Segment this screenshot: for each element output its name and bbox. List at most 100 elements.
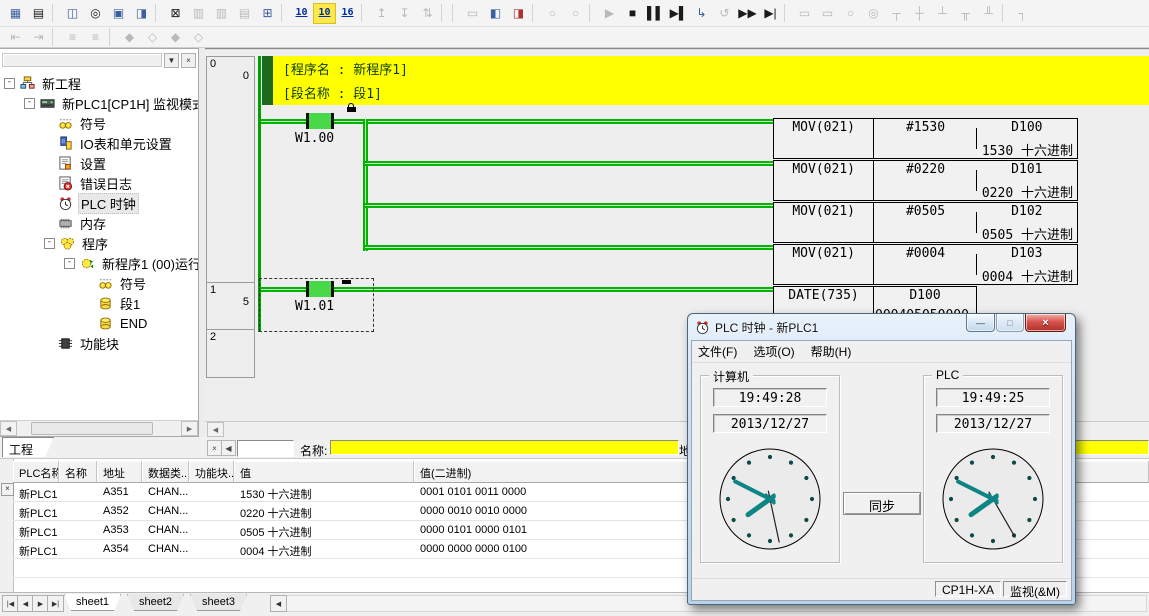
monitor-window-icon[interactable]: ◫ [61, 3, 84, 24]
sheet-tab-sheet3[interactable]: sheet3 [190, 594, 247, 611]
diff-mark-2-icon[interactable]: ◇ [141, 27, 164, 48]
diff-mark-4-icon[interactable]: ◇ [187, 27, 210, 48]
workspace-close-icon[interactable]: × [181, 53, 196, 68]
watch-cell[interactable]: A351 [97, 483, 142, 502]
watch-cell[interactable]: 1530 十六进制 [234, 483, 414, 502]
watch-cell[interactable] [189, 502, 234, 521]
rung-comment-icon[interactable]: ≡ [61, 27, 84, 48]
scroll-left-icon[interactable]: ◀ [0, 421, 17, 436]
mnemonic-view-icon[interactable]: ▤ [27, 3, 50, 24]
new-coil-icon[interactable]: ○ [839, 3, 862, 24]
expander-icon[interactable]: - [44, 238, 55, 249]
expander-icon[interactable]: - [4, 78, 15, 89]
cut-icon[interactable]: ▥ [187, 3, 210, 24]
tree-item-io-table[interactable]: IO表和单元设置 [0, 133, 198, 153]
sheet-tab-sheet1[interactable]: sheet1 [64, 594, 121, 611]
menu-help[interactable]: 帮助(H) [811, 343, 852, 360]
tree-item-plc[interactable]: -新PLC1[CP1H] 监视模式 [0, 93, 198, 113]
watch-cell[interactable] [189, 483, 234, 502]
expander-icon[interactable]: - [24, 98, 35, 109]
watch-cell[interactable] [189, 521, 234, 540]
monitor-signed-decimal-icon[interactable]: 10 [313, 3, 336, 24]
column-header[interactable]: 数据类... [142, 461, 189, 483]
stop-icon[interactable]: ■ [621, 3, 644, 24]
instruction-mov021[interactable]: MOV(021)#0004D1030004 十六进制 [773, 244, 1078, 285]
watch-cell[interactable]: A353 [97, 521, 142, 540]
new-vertical-down-icon[interactable]: ┬ [885, 3, 908, 24]
expander-icon[interactable]: - [64, 258, 75, 269]
instruction-mov021[interactable]: MOV(021)#0220D1010220 十六进制 [773, 160, 1078, 201]
watch-cell[interactable]: 0004 十六进制 [234, 540, 414, 559]
scan-run-icon[interactable]: ▶| [759, 3, 782, 24]
tree-item-memory[interactable]: 内存 [0, 213, 198, 233]
watch-cell[interactable]: 0220 十六进制 [234, 502, 414, 521]
work-online-icon[interactable]: ◧ [484, 3, 507, 24]
instruction-mov021[interactable]: MOV(021)#0505D1020505 十六进制 [773, 202, 1078, 243]
sync-button[interactable]: 同步 [843, 492, 921, 515]
paste-icon[interactable]: ▤ [233, 3, 256, 24]
watch-close-icon[interactable]: × [207, 440, 222, 456]
close-button[interactable]: × [1025, 314, 1066, 332]
scroll-thumb[interactable] [31, 422, 153, 435]
menu-options[interactable]: 选项(O) [753, 343, 794, 360]
new-vertical-pair-icon[interactable]: ╥ [954, 3, 977, 24]
new-closed-coil-icon[interactable]: ◎ [862, 3, 885, 24]
indent-rung-icon[interactable]: ⇥ [27, 27, 50, 48]
new-contact-icon[interactable]: ▭ [793, 3, 816, 24]
upload-icon[interactable]: ↥ [370, 3, 393, 24]
watch-combo[interactable] [237, 440, 294, 457]
menu-file[interactable]: 文件(F) [698, 343, 737, 360]
sheet-nav-icon[interactable]: ▶| [47, 595, 64, 612]
run-icon[interactable]: ▶ [598, 3, 621, 24]
watch-cell[interactable] [59, 502, 97, 521]
step-into-icon[interactable]: ↳ [690, 3, 713, 24]
new-vertical-up-icon[interactable]: ┴ [931, 3, 954, 24]
watch-window-icon[interactable]: ▣ [107, 3, 130, 24]
column-header[interactable]: 值 [234, 461, 414, 483]
tree-item-settings[interactable]: 设置 [0, 153, 198, 173]
workspace-hscrollbar[interactable]: ◀ ▶ [0, 420, 198, 436]
pause-icon[interactable]: ▌▌ [644, 3, 667, 24]
watch-cell[interactable]: A352 [97, 502, 142, 521]
rung-cell[interactable]: 1 5 [206, 282, 255, 330]
copy-icon[interactable]: ▥ [210, 3, 233, 24]
sheet-tab-sheet2[interactable]: sheet2 [127, 594, 184, 611]
step-over-icon[interactable]: ↺ [713, 3, 736, 24]
tree-item-plc-clock[interactable]: PLC 时钟 [0, 193, 198, 213]
watch-cell[interactable]: 0505 十六进制 [234, 521, 414, 540]
offline-icon[interactable]: ▭ [461, 3, 484, 24]
compare-icon[interactable]: ⇅ [416, 3, 439, 24]
find-replace-icon[interactable]: ⊠ [164, 3, 187, 24]
watch-cell[interactable] [59, 521, 97, 540]
watch-cell[interactable]: 新PLC1 [13, 502, 59, 521]
download-icon[interactable]: ↧ [393, 3, 416, 24]
watch-cell[interactable]: 新PLC1 [13, 540, 59, 559]
instruction-mov021[interactable]: MOV(021)#1530D1001530 十六进制 [773, 118, 1078, 159]
continuous-step-icon[interactable]: ▶▶ [736, 3, 759, 24]
watch-cell[interactable] [59, 540, 97, 559]
tree-item-function-block[interactable]: 功能块 [0, 333, 198, 353]
watch-cell[interactable]: 新PLC1 [13, 483, 59, 502]
sheet-scroll-left-icon[interactable]: ◀ [270, 595, 287, 612]
new-vertical-cross-icon[interactable]: ┼ [908, 3, 931, 24]
find-window-icon[interactable]: ◎ [84, 3, 107, 24]
watch-cell[interactable]: CHAN... [142, 502, 189, 521]
tree-item-symbols[interactable]: 符号 [0, 273, 198, 293]
column-header[interactable]: 名称 [59, 461, 97, 483]
properties-window-icon[interactable]: ◨ [130, 3, 153, 24]
tree-item-section[interactable]: 段1 [0, 293, 198, 313]
rung-cell[interactable]: 0 0 [206, 56, 255, 283]
rung-comment[interactable]: [程序名 : 新程序1] [段名称 : 段1] [273, 56, 1149, 105]
watch-cell[interactable]: CHAN... [142, 540, 189, 559]
column-header[interactable]: 地址 [97, 461, 142, 483]
scroll-left-icon[interactable]: ◀ [207, 422, 224, 437]
tree-item-section[interactable]: END [0, 313, 198, 333]
watch-cell[interactable]: CHAN... [142, 483, 189, 502]
reverse-branch-icon[interactable]: ┐ [1011, 3, 1034, 24]
name-input[interactable] [330, 440, 679, 455]
watch-cell[interactable] [59, 483, 97, 502]
contact-w1-00[interactable] [306, 113, 334, 129]
monitor-decimal-icon[interactable]: 10 [290, 3, 313, 24]
minimize-button[interactable]: — [966, 314, 995, 332]
watch-cell[interactable] [189, 540, 234, 559]
